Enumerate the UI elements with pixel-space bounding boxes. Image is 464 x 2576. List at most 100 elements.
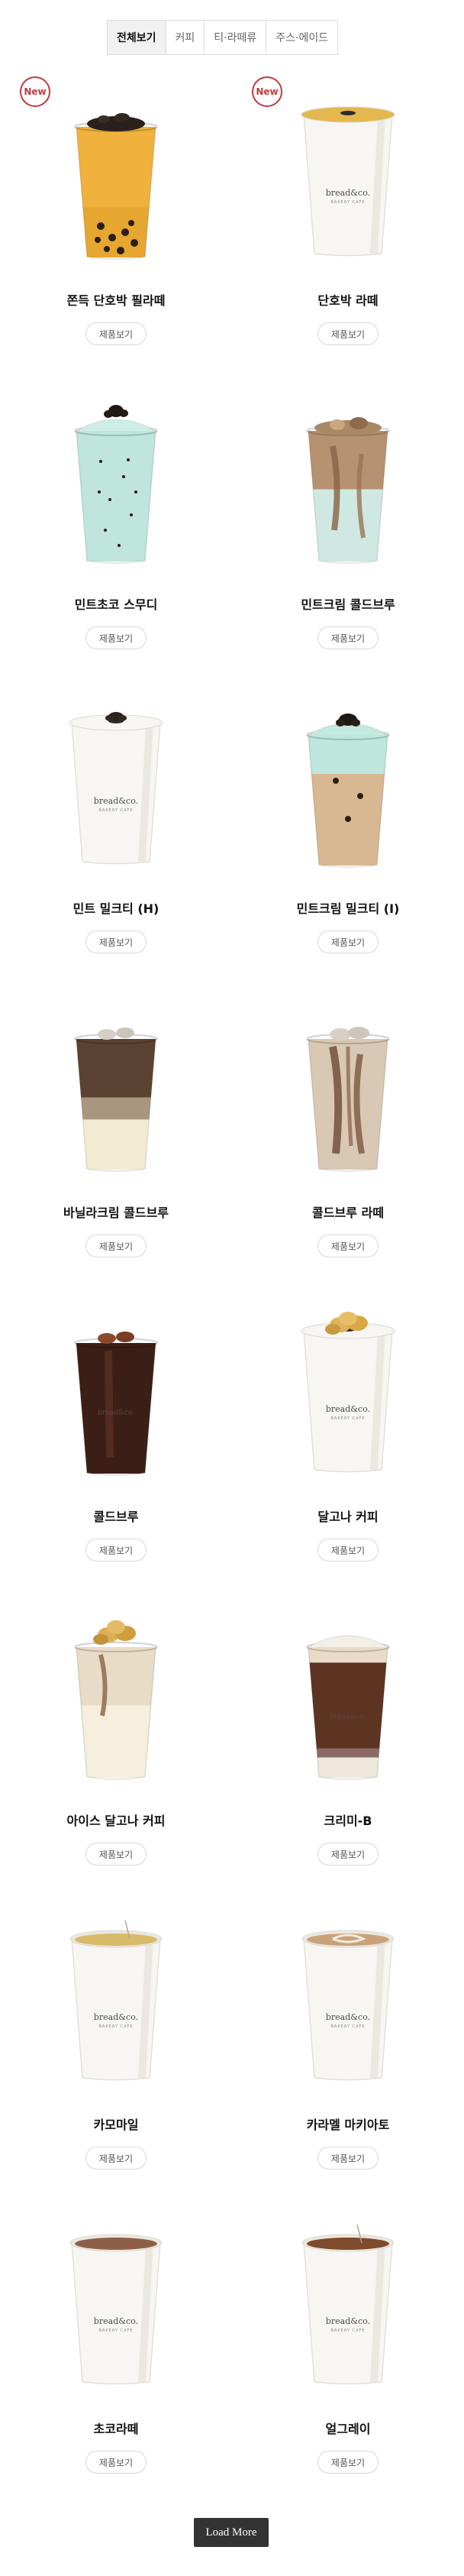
product-card[interactable]: bread&co. BAKERY CAFE 달고나 커피제품보기 [232,1280,464,1584]
product-card[interactable]: bread&co. BAKERY CAFE 초코라떼제품보기 [0,2193,232,2497]
view-product-button[interactable]: 제품보기 [317,626,379,649]
new-badge: New [20,76,50,107]
drink-cup-illustration [74,1620,158,1780]
product-name: 바닐라크림 콜드브루 [63,1205,169,1220]
drink-cup-illustration [306,714,390,868]
svg-text:BAKERY CAFE: BAKERY CAFE [330,2328,365,2333]
product-image[interactable] [55,1601,177,1786]
product-card[interactable]: 바닐라크림 콜드브루제품보기 [0,976,232,1280]
view-product-button[interactable]: 제품보기 [85,2451,147,2474]
view-product-button[interactable]: 제품보기 [317,1539,379,1561]
product-name: 쫀득 단호박 필라떼 [66,293,166,308]
product-card[interactable]: 콜드브루 라떼제품보기 [232,976,464,1280]
tab-coffee[interactable]: 커피 [165,21,205,54]
view-product-button[interactable]: 제품보기 [317,930,379,953]
product-card[interactable]: bread&co. BAKERY CAFE 카모마일제품보기 [0,1888,232,2193]
drink-cup-illustration: bread&co. BAKERY CAFE [301,1312,395,1473]
product-row: 민트초코 스무디 제품보기 민트크림 콜드브루 제품보기 [0,368,464,672]
product-name: 달고나 커피 [317,1510,379,1524]
view-product-button[interactable]: 제품보기 [317,2451,379,2474]
product-card[interactable]: New bread&co. BAKERY CAFE 단호박 라떼제품보기 [232,64,464,368]
product-name: 민트크림 밀크티 (I) [296,901,400,916]
product-name: 민트크림 콜드브루 [301,597,395,612]
view-product-button[interactable]: 제품보기 [85,1843,147,1866]
svg-text:bread&co.: bread&co. [326,2316,370,2326]
svg-text:bread&co.: bread&co. [98,1409,134,1417]
svg-text:BAKERY CAFE: BAKERY CAFE [98,2328,133,2333]
view-product-button[interactable]: 제품보기 [85,2147,147,2170]
product-card[interactable]: 민트크림 콜드브루제품보기 [232,368,464,672]
product-card[interactable]: bread&co. BAKERY CAFE 얼그레이제품보기 [232,2193,464,2497]
drink-cup-illustration [306,417,390,564]
product-image[interactable] [55,385,177,570]
product-name: 단호박 라떼 [317,293,379,308]
drink-cup-illustration [74,405,158,564]
product-card[interactable]: bread&co. 크리미-B 제품보기 [232,1584,464,1888]
drink-cup-illustration: bread&co. BAKERY CAFE [301,106,395,257]
product-name: 카모마일 [93,2118,139,2132]
view-product-button[interactable]: 제품보기 [85,1235,147,1257]
view-product-button[interactable]: 제품보기 [85,1539,147,1561]
product-image[interactable] [55,81,177,266]
product-image[interactable]: bread&co. BAKERY CAFE [287,2209,409,2394]
drink-cup-illustration: bread&co. BAKERY CAFE [69,2234,163,2385]
product-row: bread&co. BAKERY CAFE 초코라떼 제품보기 bread&co. BAK… [0,2193,464,2497]
new-badge: New [252,76,282,107]
load-more-button[interactable]: Load More [194,2518,269,2547]
product-image[interactable] [287,689,409,874]
product-card[interactable]: bread&co. BAKERY CAFE 카라멜 마키아토 제품보기 [232,1888,464,2193]
product-image[interactable]: bread&co. BAKERY CAFE [287,1905,409,2090]
product-image[interactable]: bread&co. BAKERY CAFE [55,2209,177,2394]
product-image[interactable] [55,993,177,1178]
product-card[interactable]: 민트초코 스무디제품보기 [0,368,232,672]
view-product-button[interactable]: 제품보기 [85,930,147,953]
product-name: 콜드브루 라떼 [312,1205,384,1220]
product-grid: New 쫀득 단호박 필라떼 제품보기 New bread&co. BAKERY CAFE… [0,64,464,2497]
product-image[interactable]: bread&co. [55,1297,177,1482]
view-product-button[interactable]: 제품보기 [317,2147,379,2170]
svg-text:BAKERY CAFE: BAKERY CAFE [98,2024,133,2029]
svg-text:bread&co.: bread&co. [94,796,138,806]
product-row: bread&co. BAKERY CAFE 민트 밀크티 (H) 제품보기 민트크림 밀… [0,672,464,976]
product-name: 얼그레이 [325,2422,371,2436]
svg-text:bread&co.: bread&co. [326,188,370,198]
product-image[interactable]: bread&co. BAKERY CAFE [55,689,177,874]
drink-cup-illustration [306,1027,390,1172]
product-image[interactable] [287,993,409,1178]
svg-text:bread&co.: bread&co. [330,1714,366,1721]
view-product-button[interactable]: 제품보기 [85,626,147,649]
drink-cup-illustration: bread&co. [306,1635,390,1780]
product-row: 바닐라크림 콜드브루 제품보기 콜드브루 라떼 제품보기 [0,976,464,1280]
svg-text:BAKERY CAFE: BAKERY CAFE [330,2024,365,2029]
drink-cup-illustration: bread&co. BAKERY CAFE [69,1920,163,2081]
drink-cup-illustration: bread&co. [74,1332,158,1476]
product-card[interactable]: New 쫀득 단호박 필라떼제품보기 [0,64,232,368]
product-row: bread&co. 콜드브루 제품보기 bread&co. BAKERY CAFE 달고나… [0,1280,464,1584]
product-row: 아이스 달고나 커피 제품보기 bread&co. 크리미-B 제품보기 [0,1584,464,1888]
product-card[interactable]: 민트크림 밀크티 (I) 제품보기 [232,672,464,976]
svg-text:BAKERY CAFE: BAKERY CAFE [330,1416,365,1421]
tab-all[interactable]: 전체보기 [108,21,166,54]
tab-juice-ade[interactable]: 주스·에이드 [266,21,338,54]
svg-text:BAKERY CAFE: BAKERY CAFE [330,200,365,205]
view-product-button[interactable]: 제품보기 [317,1235,379,1257]
product-card[interactable]: bread&co. 콜드브루제품보기 [0,1280,232,1584]
product-card[interactable]: 아이스 달고나 커피 제품보기 [0,1584,232,1888]
product-image[interactable] [287,385,409,570]
svg-text:BAKERY CAFE: BAKERY CAFE [98,808,133,813]
view-product-button[interactable]: 제품보기 [85,322,147,345]
product-name: 콜드브루 [93,1510,139,1524]
product-image[interactable]: bread&co. [287,1601,409,1786]
view-product-button[interactable]: 제품보기 [317,1843,379,1866]
product-name: 민트초코 스무디 [74,597,158,612]
product-name: 민트 밀크티 (H) [72,901,160,916]
product-name: 초코라떼 [93,2422,139,2436]
view-product-button[interactable]: 제품보기 [317,322,379,345]
product-card[interactable]: bread&co. BAKERY CAFE 민트 밀크티 (H) 제품보기 [0,672,232,976]
product-image[interactable]: bread&co. BAKERY CAFE [55,1905,177,2090]
product-image[interactable]: bread&co. BAKERY CAFE [287,1297,409,1482]
product-image[interactable]: bread&co. BAKERY CAFE [287,81,409,266]
svg-text:bread&co.: bread&co. [94,2012,138,2022]
category-tabs: 전체보기 커피 티·라떼류 주스·에이드 [107,20,339,55]
tab-tea-latte[interactable]: 티·라떼류 [204,21,266,54]
